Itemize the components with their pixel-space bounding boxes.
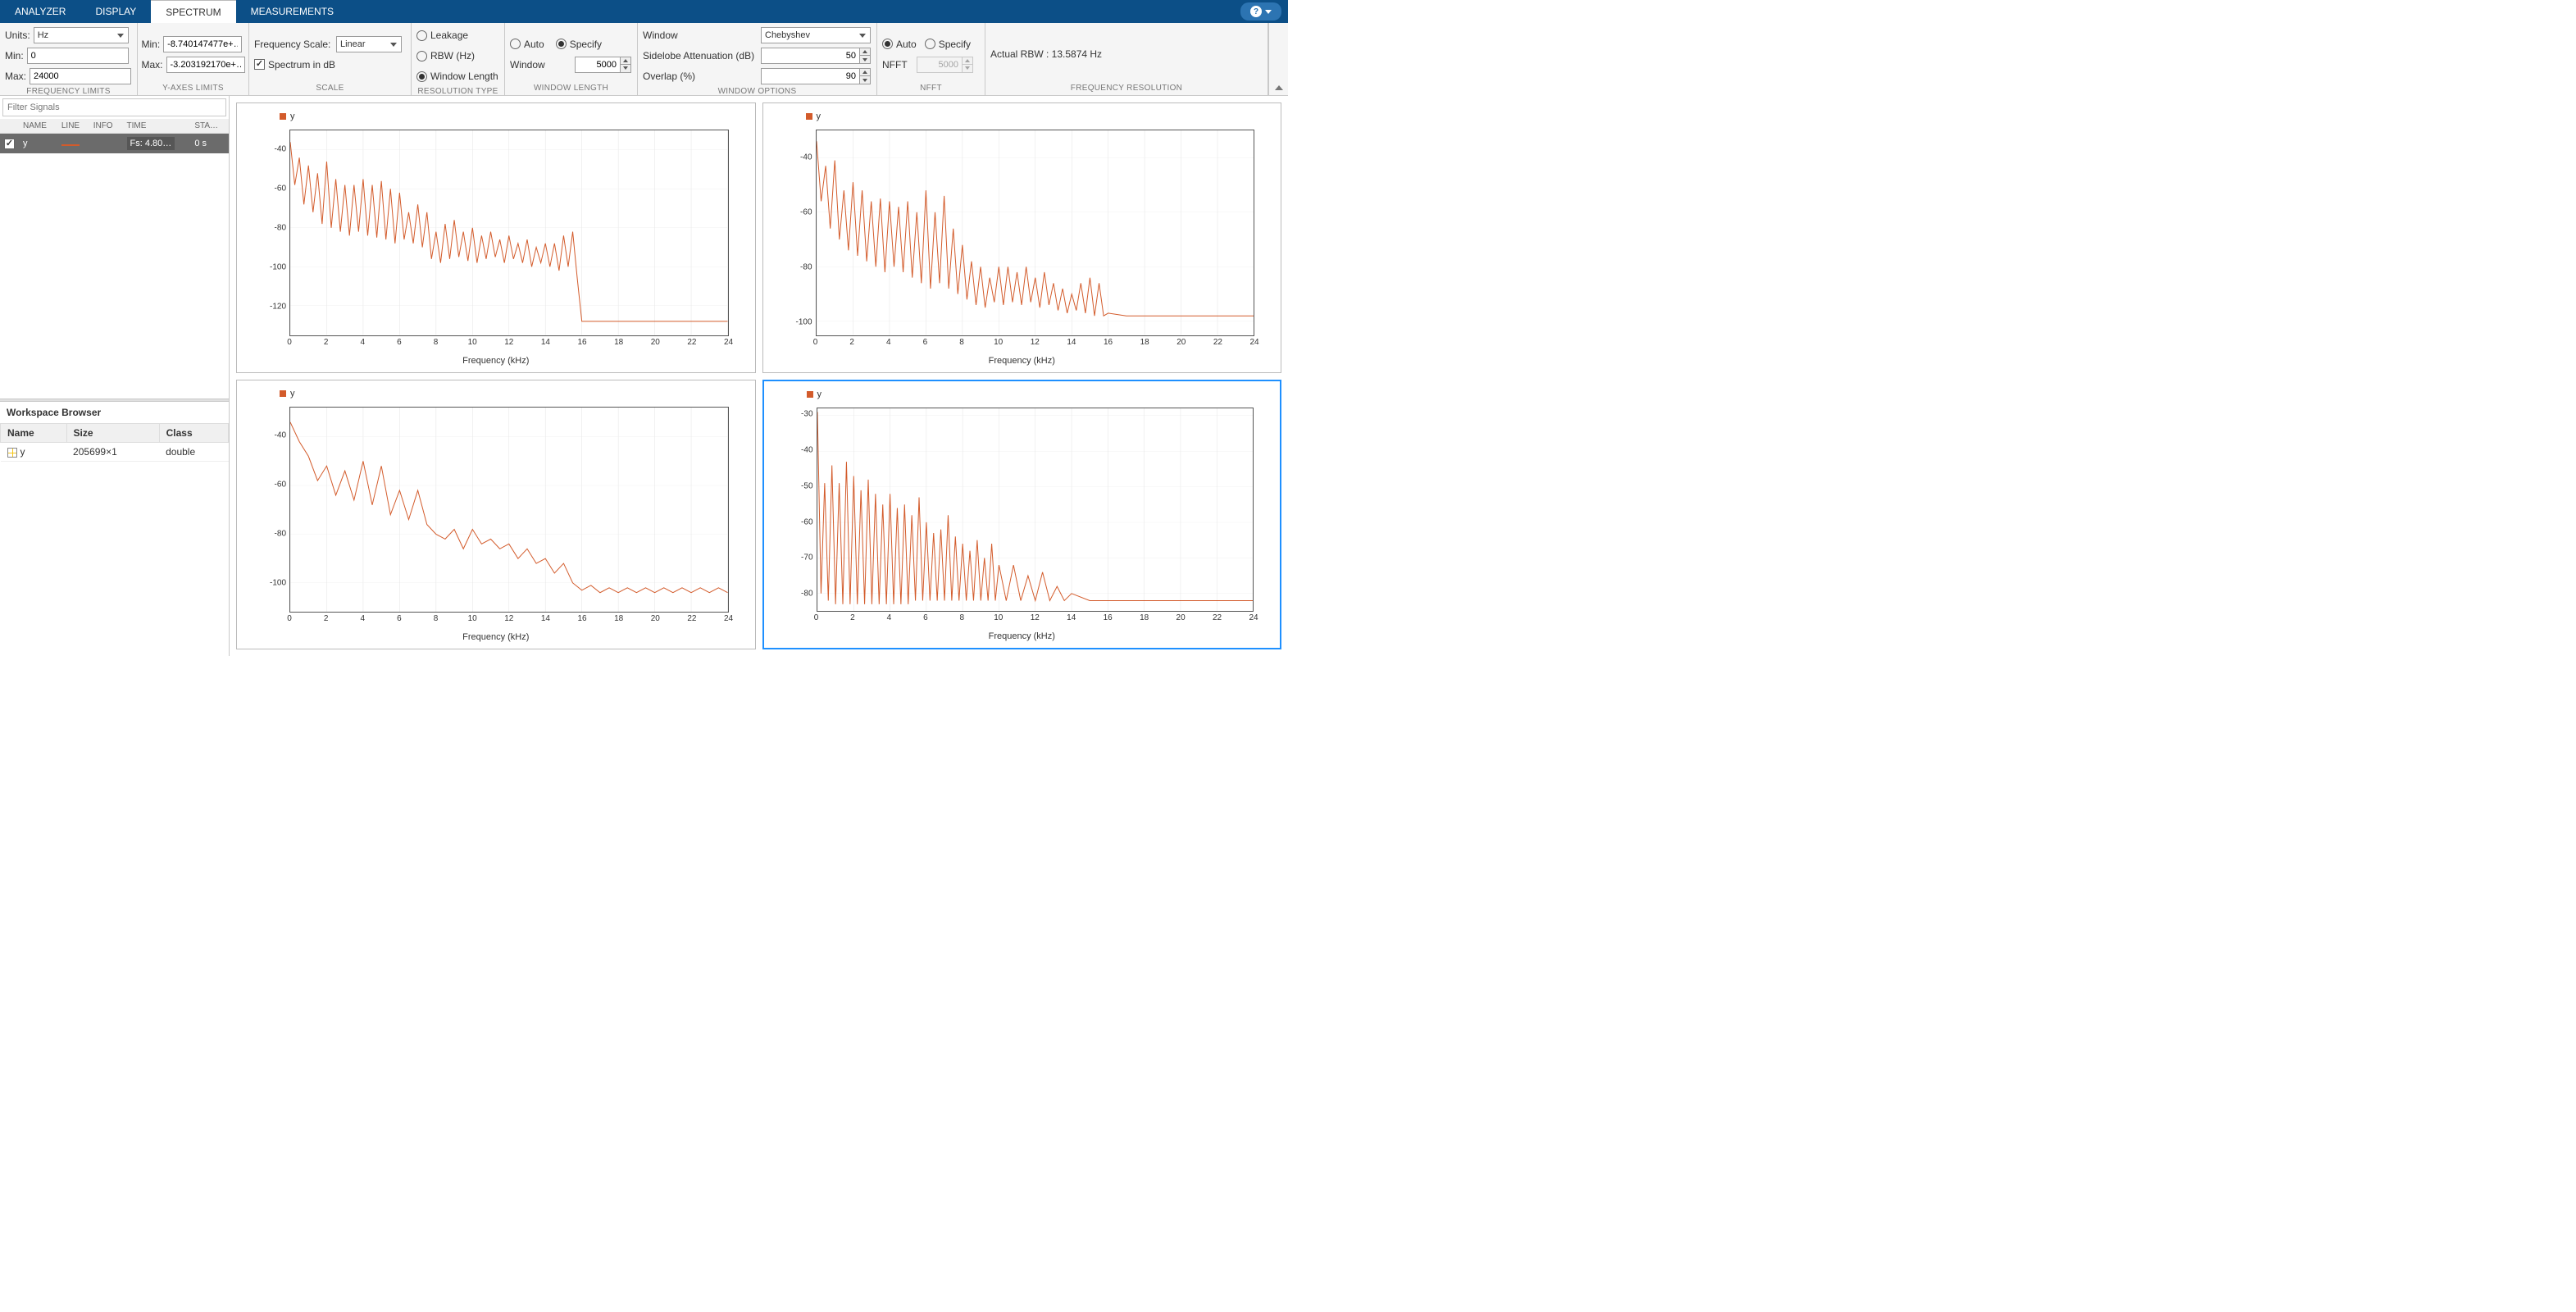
- window-spinner[interactable]: [575, 57, 631, 73]
- y-max-input[interactable]: [166, 57, 245, 73]
- spectrum-db-check[interactable]: [254, 59, 265, 70]
- scale-label: SCALE: [254, 82, 406, 95]
- workspace-title: Workspace Browser: [0, 402, 229, 423]
- nfft-spinner: [917, 57, 973, 73]
- spectrum-chart-3[interactable]: y Power Spectrum (dB) Frequency (kHz) -4…: [236, 380, 756, 650]
- ribbon-collapse-button[interactable]: [1268, 23, 1288, 95]
- win-len-label: WINDOW LENGTH: [510, 82, 632, 95]
- rbw-radio[interactable]: [416, 51, 427, 61]
- freq-res-label: FREQUENCY RESOLUTION: [990, 82, 1263, 95]
- signal-row[interactable]: y Fs: 4.80… 0 s: [0, 134, 229, 154]
- nfft-spec-label: Specify: [939, 39, 971, 50]
- nfft-label: NFFT: [882, 59, 913, 71]
- tab-display[interactable]: DISPLAY: [80, 0, 151, 23]
- chart-legend: y: [280, 112, 744, 121]
- col-info[interactable]: INFO: [89, 119, 123, 134]
- rbw-label: RBW (Hz): [430, 50, 475, 61]
- window-label: Window: [510, 59, 571, 71]
- chart-legend: y: [806, 112, 1270, 121]
- wlen-spec-label: Specify: [570, 39, 602, 50]
- spectrum-chart-1[interactable]: y Power Spectrum (dB) Frequency (kHz) -4…: [236, 102, 756, 373]
- x-axis-label: Frequency (kHz): [462, 356, 529, 366]
- leakage-label: Leakage: [430, 30, 468, 41]
- workspace-table: Name Size Class y 205699×1 double: [0, 423, 229, 462]
- tab-measurements[interactable]: MEASUREMENTS: [236, 0, 348, 23]
- filter-signals-input[interactable]: [2, 98, 226, 116]
- freq-min-label: Min:: [5, 50, 24, 61]
- wlen-spec-radio[interactable]: [556, 39, 567, 49]
- leakage-radio[interactable]: [416, 30, 427, 41]
- y-limits-label: Y-AXES LIMITS: [143, 82, 243, 95]
- freq-scale-combo[interactable]: Linear: [336, 36, 402, 52]
- spectrum-db-label: Spectrum in dB: [268, 59, 335, 71]
- ribbon-spectrum: Units:Hz Min: Max: FREQUENCY LIMITS Min:…: [0, 23, 1288, 96]
- ws-col-name[interactable]: Name: [1, 424, 67, 443]
- workspace-row[interactable]: y 205699×1 double: [1, 443, 229, 462]
- nfft-spec-radio[interactable]: [925, 39, 935, 49]
- freq-scale-label: Frequency Scale:: [254, 39, 333, 50]
- col-name[interactable]: NAME: [19, 119, 57, 134]
- signal-table: NAME LINE INFO TIME STA… y Fs: 4.80… 0 s: [0, 119, 229, 153]
- window-combo[interactable]: Chebyshev: [761, 27, 871, 43]
- sidelobe-label: Sidelobe Attenuation (dB): [643, 50, 758, 61]
- x-axis-label: Frequency (kHz): [989, 631, 1055, 641]
- sidelobe-spinner[interactable]: [761, 48, 871, 64]
- ws-col-size[interactable]: Size: [66, 424, 159, 443]
- x-axis-label: Frequency (kHz): [462, 632, 529, 642]
- y-min-input[interactable]: [163, 36, 242, 52]
- window-opt-label: Window: [643, 30, 758, 41]
- spectrum-chart-4[interactable]: y Power Spectrum (dB) Frequency (kHz) -3…: [762, 380, 1282, 650]
- units-label: Units:: [5, 30, 30, 41]
- wlen-auto-radio[interactable]: [510, 39, 521, 49]
- chart-legend: y: [807, 390, 1269, 399]
- signal-check[interactable]: [4, 139, 15, 149]
- freq-max-input[interactable]: [30, 68, 131, 84]
- help-button[interactable]: ?: [1240, 2, 1281, 20]
- winlen-radio[interactable]: [416, 71, 427, 82]
- col-line[interactable]: LINE: [57, 119, 89, 134]
- winlen-label: Window Length: [430, 71, 498, 82]
- nfft-auto-radio[interactable]: [882, 39, 893, 49]
- tab-analyzer[interactable]: ANALYZER: [0, 0, 80, 23]
- x-axis-label: Frequency (kHz): [989, 356, 1055, 366]
- col-time[interactable]: TIME: [123, 119, 191, 134]
- toolstrip-tabs: ANALYZER DISPLAY SPECTRUM MEASUREMENTS ?: [0, 0, 1288, 23]
- y-max-label: Max:: [142, 59, 163, 71]
- nfft-group-label: NFFT: [882, 82, 980, 95]
- y-min-label: Min:: [142, 39, 161, 50]
- chart-legend: y: [280, 389, 744, 399]
- wlen-auto-label: Auto: [524, 39, 544, 50]
- line-swatch-icon: [61, 144, 80, 146]
- freq-min-input[interactable]: [27, 48, 129, 64]
- col-start[interactable]: STA…: [190, 119, 229, 134]
- units-combo[interactable]: Hz: [34, 27, 129, 43]
- freq-max-label: Max:: [5, 71, 26, 82]
- overlap-label: Overlap (%): [643, 71, 758, 82]
- overlap-spinner[interactable]: [761, 68, 871, 84]
- actual-rbw: Actual RBW : 13.5874 Hz: [990, 48, 1102, 60]
- nfft-auto-label: Auto: [896, 39, 917, 50]
- ws-col-class[interactable]: Class: [159, 424, 228, 443]
- variable-icon: [7, 448, 17, 458]
- spectrum-chart-2[interactable]: y Power Spectrum (dB) Frequency (kHz) -4…: [762, 102, 1282, 373]
- tab-spectrum[interactable]: SPECTRUM: [151, 0, 235, 23]
